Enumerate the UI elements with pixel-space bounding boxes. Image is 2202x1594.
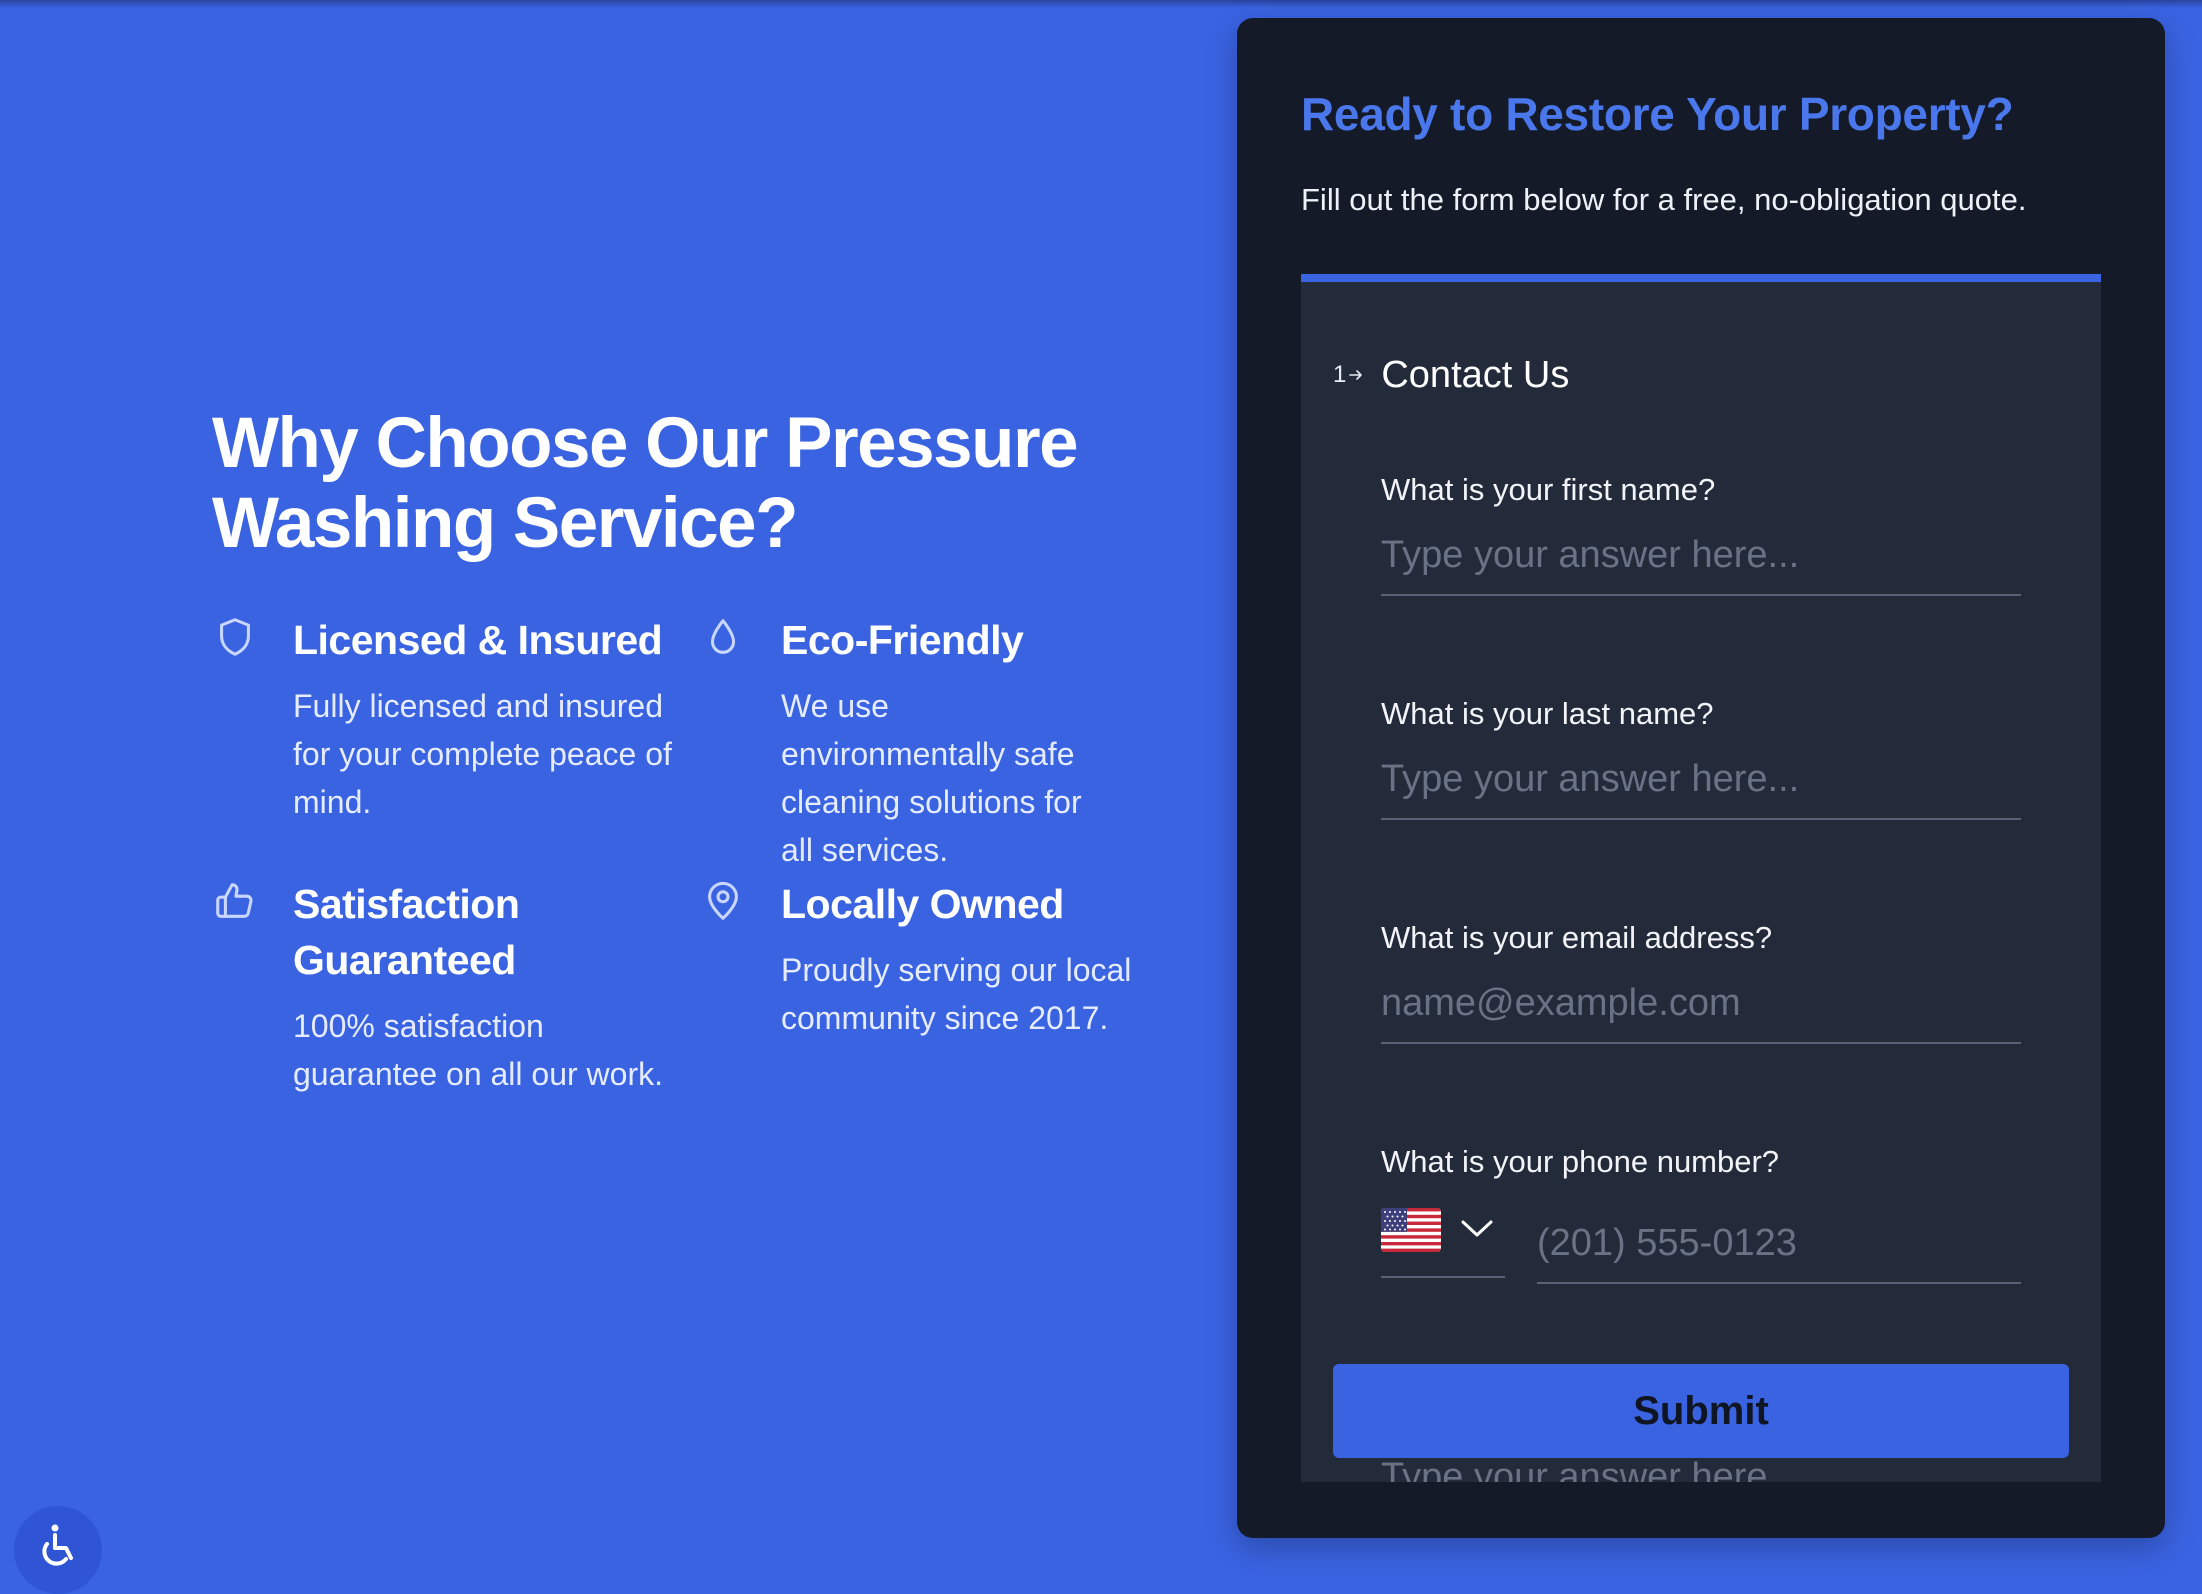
email-field: What is your email address? (1381, 918, 2021, 1044)
card-title: Ready to Restore Your Property? (1301, 88, 2014, 140)
country-select[interactable] (1381, 1204, 1505, 1278)
email-label: What is your email address? (1381, 920, 1773, 955)
phone-input-wrap (1537, 1204, 2021, 1284)
last-name-label: What is your last name? (1381, 696, 1714, 731)
feature-description: Fully licensed and insured for your comp… (293, 688, 672, 820)
chevron-down-icon (1459, 1214, 1495, 1242)
feature-title: Locally Owned (781, 881, 1064, 927)
feature-title: Licensed & Insured (293, 617, 663, 663)
phone-label: What is your phone number? (1381, 1144, 1780, 1179)
quote-card: Ready to Restore Your Property? Fill out… (1237, 18, 2165, 1538)
feature-licensed: Licensed & Insured Fully licensed and in… (212, 612, 672, 826)
arrow-right-icon (1349, 370, 1363, 380)
feature-satisfaction: Satisfaction Guaranteed 100% satisfactio… (212, 876, 672, 1098)
droplet-icon (700, 614, 746, 660)
phone-row (1381, 1204, 2021, 1284)
feature-title: Eco-Friendly (781, 617, 1024, 663)
first-name-field: What is your first name? (1381, 470, 2021, 596)
step-title: Contact Us (1381, 354, 1570, 396)
first-name-input[interactable] (1381, 530, 2021, 596)
thumbs-up-icon (212, 878, 258, 924)
last-name-input[interactable] (1381, 754, 2021, 820)
feature-locally-owned: Locally Owned Proudly serving our local … (700, 876, 1140, 1042)
card-subtitle: Fill out the form below for a free, no-o… (1301, 182, 2027, 217)
top-shadow (0, 0, 2202, 8)
us-flag-icon (1381, 1208, 1441, 1252)
form-step-header: 1 Contact Us (1333, 352, 1569, 398)
section-headline: Why Choose Our Pressure Washing Service? (212, 404, 1079, 563)
last-name-field: What is your last name? (1381, 694, 2021, 820)
step-number: 1 (1333, 361, 1363, 389)
accessibility-icon (33, 1522, 83, 1577)
feature-eco-friendly: Eco-Friendly We use environmentally safe… (700, 612, 1120, 874)
features-grid: Licensed & Insured Fully licensed and in… (212, 612, 1172, 1172)
feature-description: 100% satisfaction guarantee on all our w… (293, 1008, 663, 1092)
first-name-label: What is your first name? (1381, 472, 1716, 507)
email-input[interactable] (1381, 978, 2021, 1044)
phone-input[interactable] (1537, 1204, 2021, 1284)
submit-button[interactable]: Submit (1333, 1364, 2069, 1458)
feature-description: Proudly serving our local community sinc… (781, 952, 1132, 1036)
accessibility-button[interactable] (14, 1506, 102, 1594)
why-choose-section: Why Choose Our Pressure Washing Service?… (212, 404, 1172, 1172)
shield-icon (212, 614, 258, 660)
phone-field: What is your phone number? (1381, 1142, 2021, 1284)
feature-description: We use environmentally safe cleaning sol… (781, 688, 1082, 868)
step-number-value: 1 (1333, 361, 1347, 388)
quote-form: 1 Contact Us What is your first name? Wh… (1301, 274, 2101, 1482)
map-pin-icon (700, 878, 746, 924)
feature-title: Satisfaction Guaranteed (293, 881, 520, 983)
